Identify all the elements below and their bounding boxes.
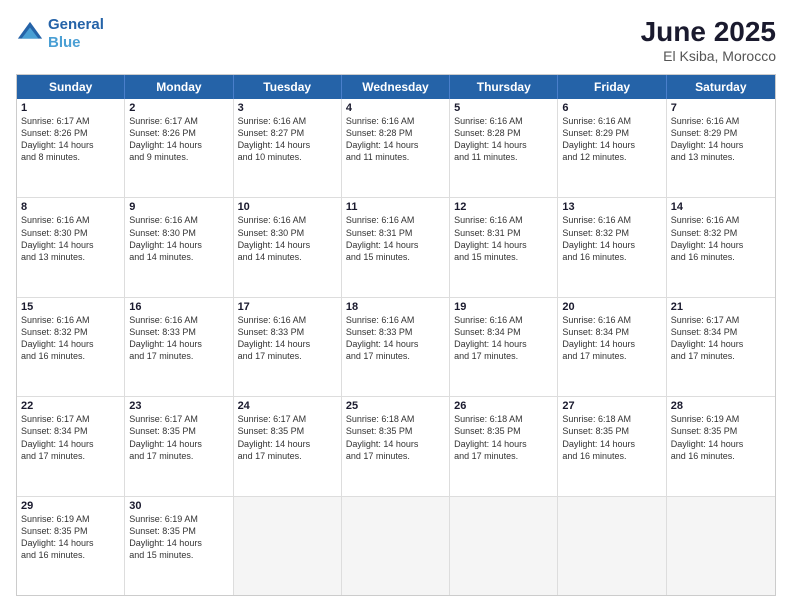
cell-jun-16: 16 Sunrise: 6:16 AM Sunset: 8:33 PM Dayl… — [125, 298, 233, 396]
cell-jun-18: 18 Sunrise: 6:16 AM Sunset: 8:33 PM Dayl… — [342, 298, 450, 396]
cell-jun-15: 15 Sunrise: 6:16 AM Sunset: 8:32 PM Dayl… — [17, 298, 125, 396]
cell-jun-14: 14 Sunrise: 6:16 AM Sunset: 8:32 PM Dayl… — [667, 198, 775, 296]
cell-jun-9: 9 Sunrise: 6:16 AM Sunset: 8:30 PM Dayli… — [125, 198, 233, 296]
calendar-body: 1 Sunrise: 6:17 AM Sunset: 8:26 PM Dayli… — [17, 99, 775, 595]
calendar: Sunday Monday Tuesday Wednesday Thursday… — [16, 74, 776, 596]
cell-jun-4: 4 Sunrise: 6:16 AM Sunset: 8:28 PM Dayli… — [342, 99, 450, 197]
cell-jun-12: 12 Sunrise: 6:16 AM Sunset: 8:31 PM Dayl… — [450, 198, 558, 296]
cell-empty-2 — [342, 497, 450, 595]
cell-jun-8: 8 Sunrise: 6:16 AM Sunset: 8:30 PM Dayli… — [17, 198, 125, 296]
cell-jun-28: 28 Sunrise: 6:19 AM Sunset: 8:35 PM Dayl… — [667, 397, 775, 495]
cell-jun-5: 5 Sunrise: 6:16 AM Sunset: 8:28 PM Dayli… — [450, 99, 558, 197]
cell-jun-21: 21 Sunrise: 6:17 AM Sunset: 8:34 PM Dayl… — [667, 298, 775, 396]
cell-jun-17: 17 Sunrise: 6:16 AM Sunset: 8:33 PM Dayl… — [234, 298, 342, 396]
header-thursday: Thursday — [450, 75, 558, 99]
page: General Blue June 2025 El Ksiba, Morocco… — [0, 0, 792, 612]
cell-jun-23: 23 Sunrise: 6:17 AM Sunset: 8:35 PM Dayl… — [125, 397, 233, 495]
cell-jun-2: 2 Sunrise: 6:17 AM Sunset: 8:26 PM Dayli… — [125, 99, 233, 197]
cell-jun-10: 10 Sunrise: 6:16 AM Sunset: 8:30 PM Dayl… — [234, 198, 342, 296]
header-tuesday: Tuesday — [234, 75, 342, 99]
week-row-5: 29 Sunrise: 6:19 AM Sunset: 8:35 PM Dayl… — [17, 497, 775, 595]
week-row-3: 15 Sunrise: 6:16 AM Sunset: 8:32 PM Dayl… — [17, 298, 775, 397]
cell-jun-19: 19 Sunrise: 6:16 AM Sunset: 8:34 PM Dayl… — [450, 298, 558, 396]
cell-jun-22: 22 Sunrise: 6:17 AM Sunset: 8:34 PM Dayl… — [17, 397, 125, 495]
cell-jun-6: 6 Sunrise: 6:16 AM Sunset: 8:29 PM Dayli… — [558, 99, 666, 197]
title-block: June 2025 El Ksiba, Morocco — [641, 16, 776, 64]
logo: General Blue — [16, 16, 104, 52]
cell-empty-3 — [450, 497, 558, 595]
cell-jun-13: 13 Sunrise: 6:16 AM Sunset: 8:32 PM Dayl… — [558, 198, 666, 296]
cell-jun-3: 3 Sunrise: 6:16 AM Sunset: 8:27 PM Dayli… — [234, 99, 342, 197]
cell-jun-7: 7 Sunrise: 6:16 AM Sunset: 8:29 PM Dayli… — [667, 99, 775, 197]
cell-empty-5 — [667, 497, 775, 595]
month-title: June 2025 — [641, 16, 776, 48]
week-row-4: 22 Sunrise: 6:17 AM Sunset: 8:34 PM Dayl… — [17, 397, 775, 496]
cell-jun-20: 20 Sunrise: 6:16 AM Sunset: 8:34 PM Dayl… — [558, 298, 666, 396]
cell-empty-4 — [558, 497, 666, 595]
header-friday: Friday — [558, 75, 666, 99]
cell-jun-24: 24 Sunrise: 6:17 AM Sunset: 8:35 PM Dayl… — [234, 397, 342, 495]
header: General Blue June 2025 El Ksiba, Morocco — [16, 16, 776, 64]
cell-jun-30: 30 Sunrise: 6:19 AM Sunset: 8:35 PM Dayl… — [125, 497, 233, 595]
logo-icon — [16, 20, 44, 48]
cell-jun-29: 29 Sunrise: 6:19 AM Sunset: 8:35 PM Dayl… — [17, 497, 125, 595]
cell-jun-26: 26 Sunrise: 6:18 AM Sunset: 8:35 PM Dayl… — [450, 397, 558, 495]
cell-jun-1: 1 Sunrise: 6:17 AM Sunset: 8:26 PM Dayli… — [17, 99, 125, 197]
header-saturday: Saturday — [667, 75, 775, 99]
cell-empty-1 — [234, 497, 342, 595]
week-row-2: 8 Sunrise: 6:16 AM Sunset: 8:30 PM Dayli… — [17, 198, 775, 297]
calendar-header: Sunday Monday Tuesday Wednesday Thursday… — [17, 75, 775, 99]
header-sunday: Sunday — [17, 75, 125, 99]
location: El Ksiba, Morocco — [641, 48, 776, 64]
cell-jun-11: 11 Sunrise: 6:16 AM Sunset: 8:31 PM Dayl… — [342, 198, 450, 296]
week-row-1: 1 Sunrise: 6:17 AM Sunset: 8:26 PM Dayli… — [17, 99, 775, 198]
logo-text: General Blue — [48, 16, 104, 52]
cell-jun-25: 25 Sunrise: 6:18 AM Sunset: 8:35 PM Dayl… — [342, 397, 450, 495]
header-monday: Monday — [125, 75, 233, 99]
header-wednesday: Wednesday — [342, 75, 450, 99]
cell-jun-27: 27 Sunrise: 6:18 AM Sunset: 8:35 PM Dayl… — [558, 397, 666, 495]
